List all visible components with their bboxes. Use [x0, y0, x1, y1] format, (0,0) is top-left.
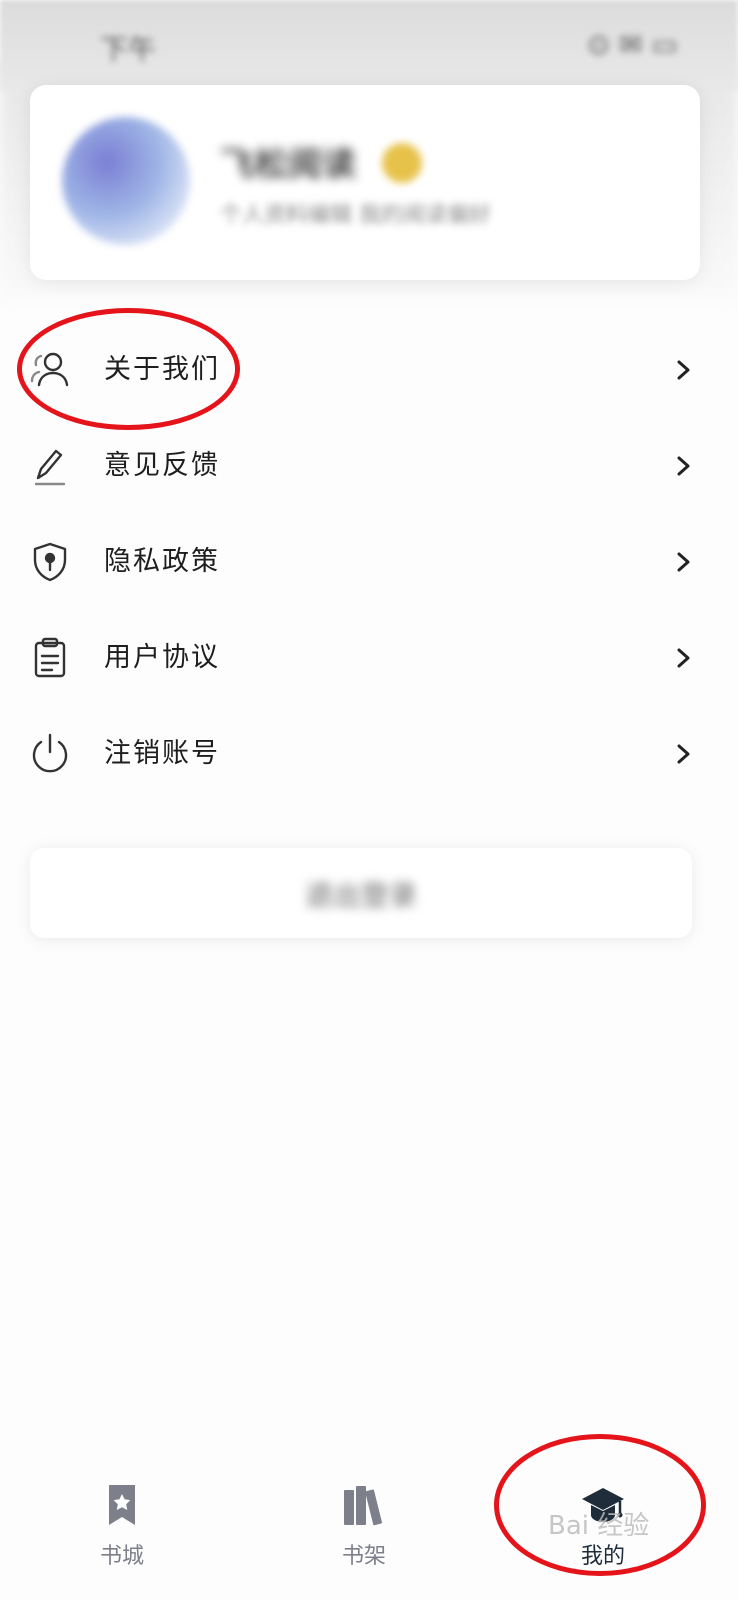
profile-nickname: 飞松阅读 [220, 145, 356, 185]
menu-item-feedback[interactable]: 意见反馈 [0, 418, 738, 514]
bookmark-star-icon [99, 1482, 145, 1528]
menu-item-label: 隐私政策 [104, 546, 220, 577]
chevron-right-icon [672, 358, 694, 382]
nav-label: 书架 [341, 1544, 386, 1569]
chevron-right-icon [672, 646, 694, 670]
status-icons: ⊙ ✉ ▭ [586, 28, 678, 61]
menu-item-label: 注销账号 [104, 738, 220, 769]
chevron-right-icon [672, 742, 694, 766]
nav-tab-bookstore[interactable]: 书城 [42, 1474, 202, 1574]
shield-icon [28, 540, 72, 584]
status-bar: 下午 ⊙ ✉ ▭ [0, 0, 738, 90]
nav-label: 我的 [580, 1544, 625, 1569]
pencil-icon [28, 444, 72, 488]
watermark-text: Bai 经验 [548, 1511, 650, 1541]
nav-tab-bookshelf[interactable]: 书架 [284, 1474, 444, 1574]
avatar[interactable] [62, 117, 190, 245]
profile-card[interactable]: 飞松阅读 个人资料编辑 我的阅读偏好 [30, 85, 700, 280]
logout-button[interactable]: 退出登录 [30, 848, 692, 938]
users-icon [28, 348, 72, 392]
menu-item-delete-account[interactable]: 注销账号 [0, 706, 738, 802]
menu-item-about-us[interactable]: 关于我们 [0, 322, 738, 418]
settings-menu: 关于我们 意见反馈 隐私政策 用户协议 注销账号 [0, 322, 738, 802]
chevron-right-icon [672, 550, 694, 574]
menu-item-label: 用户协议 [104, 642, 220, 673]
vip-badge-icon [382, 143, 422, 183]
menu-item-label: 关于我们 [104, 354, 220, 385]
nav-label: 书城 [99, 1544, 144, 1569]
chevron-right-icon [672, 454, 694, 478]
power-icon [28, 732, 72, 776]
menu-item-label: 意见反馈 [104, 450, 220, 481]
clipboard-icon [28, 636, 72, 680]
logout-label: 退出登录 [304, 879, 417, 912]
status-time: 下午 [100, 33, 157, 66]
menu-item-privacy-policy[interactable]: 隐私政策 [0, 514, 738, 610]
menu-item-user-agreement[interactable]: 用户协议 [0, 610, 738, 706]
profile-subtitle: 个人资料编辑 我的阅读偏好 [220, 203, 491, 228]
books-icon [341, 1482, 387, 1528]
